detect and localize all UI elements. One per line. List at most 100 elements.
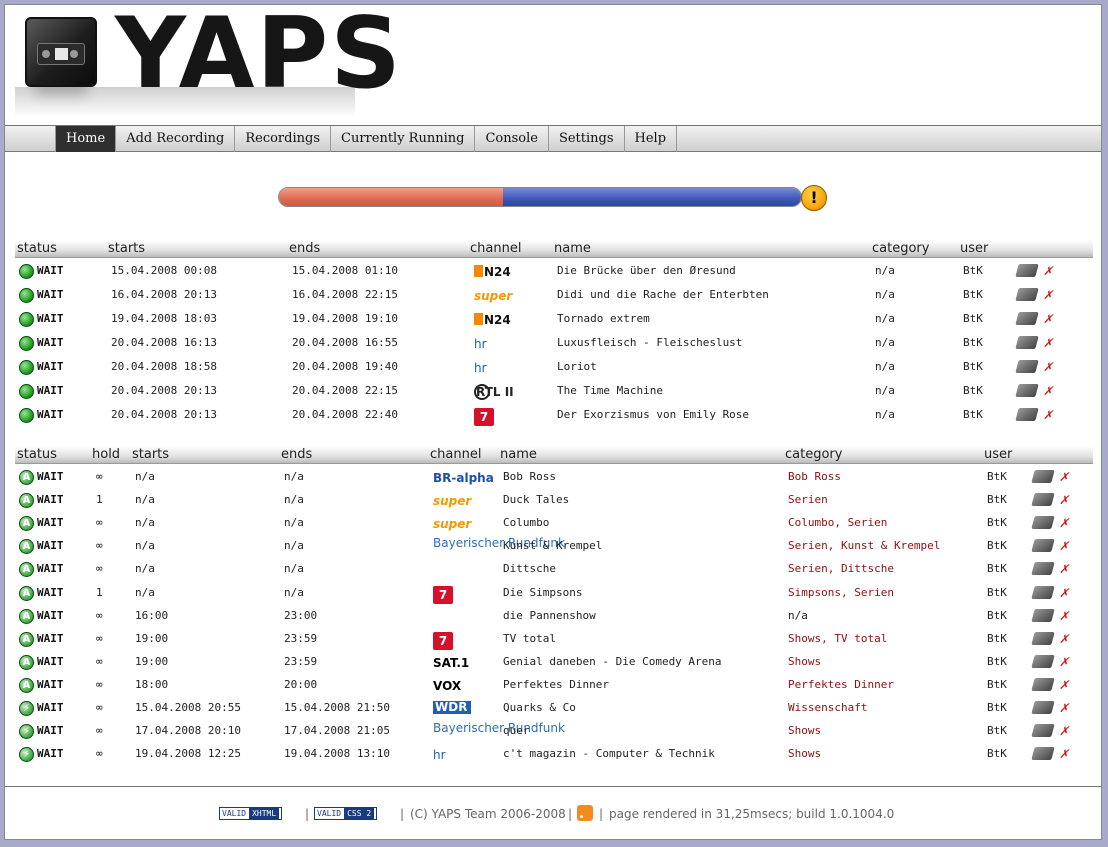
- edit-icon[interactable]: [1031, 516, 1055, 530]
- table-row[interactable]: A WAIT ∞ n/a n/a Bayerischer Rundfunk Kunst & …: [15, 535, 1093, 559]
- table-row[interactable]: WAIT 20.04.2008 16:13 20.04.2008 16:55 hr Lu…: [15, 332, 1093, 356]
- delete-icon[interactable]: ✗: [1043, 288, 1053, 302]
- recording-name[interactable]: Duck Tales: [503, 493, 569, 506]
- nav-help[interactable]: Help: [623, 126, 678, 152]
- recording-name[interactable]: Dittsche: [503, 562, 556, 575]
- edit-icon[interactable]: [1031, 747, 1055, 761]
- table-row[interactable]: A WAIT ∞ 18:00 20:00 VOX Perfektes Dinner Perfe…: [15, 674, 1093, 698]
- recording-name[interactable]: Quarks & Co: [503, 701, 576, 714]
- table-row[interactable]: A WAIT ∞ n/a n/a Dittsche Serien, Dittsche BtK ✗: [15, 558, 1093, 582]
- column-header[interactable]: channel: [470, 241, 521, 256]
- delete-icon[interactable]: ✗: [1059, 678, 1069, 692]
- delete-icon[interactable]: ✗: [1043, 264, 1053, 278]
- delete-icon[interactable]: ✗: [1059, 609, 1069, 623]
- recording-name[interactable]: The Time Machine: [557, 384, 663, 397]
- edit-icon[interactable]: [1031, 585, 1055, 599]
- rss-icon[interactable]: [577, 805, 593, 821]
- edit-icon[interactable]: [1031, 539, 1055, 553]
- recording-name[interactable]: Perfektes Dinner: [503, 678, 609, 691]
- edit-icon[interactable]: [1031, 608, 1055, 622]
- nav-recordings[interactable]: Recordings: [234, 126, 330, 152]
- delete-icon[interactable]: ✗: [1059, 724, 1069, 738]
- edit-icon[interactable]: [1031, 631, 1055, 645]
- table-row[interactable]: ⚡ WAIT ∞ 17.04.2008 20:10 17.04.2008 21:05 Ba…: [15, 720, 1093, 744]
- edit-icon[interactable]: [1015, 336, 1039, 349]
- table-row[interactable]: WAIT 19.04.2008 18:03 19.04.2008 19:10 N24 T…: [15, 308, 1093, 332]
- table-row[interactable]: WAIT 20.04.2008 20:13 20.04.2008 22:40 7 Der…: [15, 404, 1093, 428]
- table-row[interactable]: WAIT 20.04.2008 18:58 20.04.2008 19:40 hr Lo…: [15, 356, 1093, 380]
- table-row[interactable]: A WAIT ∞ 19:00 23:59 SAT.1 Genial daneben - Di…: [15, 651, 1093, 675]
- recording-name[interactable]: TV total: [503, 632, 556, 645]
- nav-home[interactable]: Home: [55, 126, 116, 152]
- edit-icon[interactable]: [1031, 677, 1055, 691]
- recording-name[interactable]: Genial daneben - Die Comedy Arena: [503, 655, 722, 668]
- edit-icon[interactable]: [1015, 288, 1039, 301]
- column-header[interactable]: channel: [430, 447, 481, 462]
- edit-icon[interactable]: [1015, 384, 1039, 397]
- column-header[interactable]: status: [17, 447, 57, 462]
- edit-icon[interactable]: [1015, 408, 1039, 421]
- recording-name[interactable]: Luxusfleisch - Fleischeslust: [557, 336, 742, 349]
- column-header[interactable]: category: [785, 447, 842, 462]
- nav-console[interactable]: Console: [474, 126, 548, 152]
- recording-name[interactable]: Bob Ross: [503, 470, 556, 483]
- edit-icon[interactable]: [1031, 493, 1055, 507]
- category-link[interactable]: Serien, Dittsche: [788, 562, 894, 575]
- category-link[interactable]: Shows: [788, 724, 821, 737]
- table-row[interactable]: A WAIT ∞ 16:00 23:00 die Pannenshow n/a BtK ✗: [15, 605, 1093, 629]
- nav-currently-running[interactable]: Currently Running: [330, 126, 474, 152]
- table-row[interactable]: A WAIT ∞ 19:00 23:59 7 TV total Shows, TV total…: [15, 628, 1093, 652]
- edit-icon[interactable]: [1031, 654, 1055, 668]
- category-link[interactable]: Shows, TV total: [788, 632, 887, 645]
- edit-icon[interactable]: [1015, 312, 1039, 325]
- delete-icon[interactable]: ✗: [1059, 747, 1069, 761]
- nav-add-recording[interactable]: Add Recording: [115, 126, 234, 152]
- delete-icon[interactable]: ✗: [1059, 562, 1069, 576]
- edit-icon[interactable]: [1031, 562, 1055, 576]
- column-header[interactable]: starts: [132, 447, 169, 462]
- table-row[interactable]: A WAIT 1 n/a n/a super Duck Tales Serien BtK ✗: [15, 489, 1093, 513]
- table-row[interactable]: A WAIT ∞ n/a n/a super Columbo Columbo, Serien B…: [15, 512, 1093, 536]
- category-link[interactable]: Serien, Kunst & Krempel: [788, 539, 940, 552]
- column-header[interactable]: user: [984, 447, 1012, 462]
- delete-icon[interactable]: ✗: [1059, 493, 1069, 507]
- valid-xhtml-badge[interactable]: VALID XHTML: [219, 807, 283, 820]
- category-link[interactable]: Bob Ross: [788, 470, 841, 483]
- table-row[interactable]: A WAIT 1 n/a n/a 7 Die Simpsons Simpsons, Serie…: [15, 582, 1093, 606]
- edit-icon[interactable]: [1031, 470, 1055, 483]
- table-row[interactable]: WAIT 20.04.2008 20:13 20.04.2008 22:15 RTL …: [15, 380, 1093, 404]
- column-header[interactable]: category: [872, 241, 929, 256]
- table-row[interactable]: A WAIT ∞ n/a n/a BR-alpha Bob Ross Bob Ross BtK ✗: [15, 466, 1093, 490]
- table-row[interactable]: ⚡ WAIT ∞ 15.04.2008 20:55 15.04.2008 21:50 WD…: [15, 697, 1093, 721]
- delete-icon[interactable]: ✗: [1059, 470, 1069, 484]
- recording-name[interactable]: Kunst & Krempel: [503, 539, 602, 552]
- delete-icon[interactable]: ✗: [1043, 360, 1053, 374]
- edit-icon[interactable]: [1031, 724, 1055, 738]
- category-link[interactable]: Perfektes Dinner: [788, 678, 894, 691]
- recording-name[interactable]: Tornado extrem: [557, 312, 650, 325]
- category-link[interactable]: Wissenschaft: [788, 701, 867, 714]
- edit-icon[interactable]: [1015, 360, 1039, 373]
- column-header[interactable]: starts: [108, 241, 145, 256]
- delete-icon[interactable]: ✗: [1059, 586, 1069, 600]
- category-link[interactable]: Columbo, Serien: [788, 516, 887, 529]
- recording-name[interactable]: Die Brücke über den Øresund: [557, 264, 736, 277]
- column-header[interactable]: ends: [281, 447, 312, 462]
- table-row[interactable]: WAIT 16.04.2008 20:13 16.04.2008 22:15 supe…: [15, 284, 1093, 308]
- recording-name[interactable]: Didi und die Rache der Enterbten: [557, 288, 769, 301]
- warning-icon[interactable]: !: [801, 185, 827, 211]
- nav-settings[interactable]: Settings: [547, 126, 624, 152]
- recording-name[interactable]: quer: [503, 724, 530, 737]
- delete-icon[interactable]: ✗: [1043, 384, 1053, 398]
- recording-name[interactable]: die Pannenshow: [503, 609, 596, 622]
- delete-icon[interactable]: ✗: [1043, 408, 1053, 422]
- recording-name[interactable]: Columbo: [503, 516, 549, 529]
- column-header[interactable]: name: [554, 241, 591, 256]
- category-link[interactable]: Simpsons, Serien: [788, 586, 894, 599]
- delete-icon[interactable]: ✗: [1059, 539, 1069, 553]
- column-header[interactable]: user: [960, 241, 988, 256]
- delete-icon[interactable]: ✗: [1043, 336, 1053, 350]
- delete-icon[interactable]: ✗: [1059, 655, 1069, 669]
- recording-name[interactable]: c't magazin - Computer & Technik: [503, 747, 715, 760]
- column-header[interactable]: name: [500, 447, 537, 462]
